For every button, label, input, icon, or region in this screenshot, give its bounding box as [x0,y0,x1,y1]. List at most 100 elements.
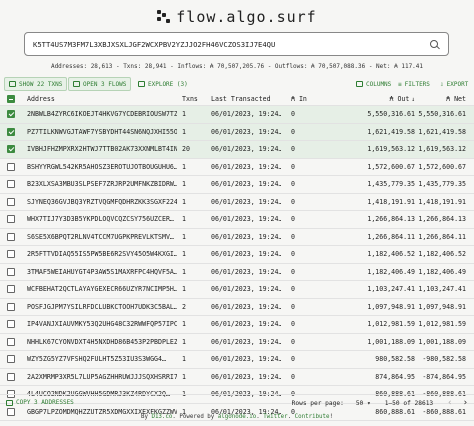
contribute-link[interactable]: Contribute [295,414,330,420]
rows-per-page-value: 50 [355,399,364,407]
show-txns-button[interactable]: SHOW 22 TXNS [4,77,68,91]
select-all-checkbox[interactable] [7,95,15,103]
row-checkbox[interactable] [7,232,15,241]
address-cell[interactable]: 2A2XMRMP3XR5L7LUP5AGZHHRUWJJJSQXHSRRI7… [27,369,177,386]
table-row[interactable]: 2R5FTTVDIAQ55IS5PW5BE6R2SVY45O5W4KXGI… 1 0… [0,246,474,264]
row-checkbox[interactable] [7,110,15,119]
table-row[interactable]: WCFBEHAT2QCTLAYAYGEXECR66UZYR7NCIMP5H… 1 0… [0,281,474,299]
twitter-link[interactable]: Twitter [263,414,287,420]
address-cell[interactable]: WZY5ZG5YZ7VFSHQ2FULHT5Z53IU3S3WGG4… [27,351,177,368]
columns-button[interactable]: COLUMNS [352,77,395,91]
net-cell: -1,001,188.09 [418,337,466,346]
header-txns[interactable]: Txns [182,93,204,105]
address-cell[interactable]: WHX7TIJ7Y3D3B5YKPDLOQVCQZCSY756UZCER… [27,211,177,228]
out-cell: 1,266,864.11 [367,232,415,241]
table-row[interactable]: B23XLXSA3MBU3SLPSEF7ZRJRP2UMFNKZBIDRW… 1 0… [0,176,474,194]
table-row[interactable]: 3TMAF5WEIAHUYGT4P3AW5S1MAXRFPC4HQVF5A… 1 0… [0,264,474,281]
copy-addresses-button[interactable]: COPY 3 ADDRESSES [6,399,74,406]
row-checkbox[interactable] [7,285,15,294]
net-cell: -1,418,191.91 [418,197,466,206]
address-cell[interactable]: S6SE5X6BPQT2RLNV4TCCM7UGPKPREVLKTSMV… [27,229,177,246]
row-checkbox[interactable] [7,162,15,171]
in-cell: 0 [291,180,295,189]
txns-cell: 1 [182,355,186,364]
filter-icon: ≡ [398,80,402,88]
stats-summary: Addresses: 28,613 - Txns: 28,941 - Inflo… [50,63,424,70]
net-cell: -5,550,316.61 [418,110,466,119]
table-row[interactable]: BSHYYRGWL542KR5AHOSZ3EROTUJOTBOUGUHU6… 1 0… [0,159,474,176]
address-cell[interactable]: IP4VANJXIAUVMKY53Q2UHG48C32RWWFQP57IPC… [27,316,177,333]
address-cell[interactable]: PZ7TILKNWVGJTAWF7YSBYDHT44SN6NQJXHI55O… [27,124,177,141]
in-cell: 0 [291,162,295,171]
txns-cell: 1 [182,215,186,224]
last-transacted-cell: 06/01/2023, 19:24… [211,232,281,241]
address-cell[interactable]: 3TMAF5WEIAHUYGT4P3AW5S1MAXRFPC4HQVF5A… [27,264,177,281]
search-input[interactable]: K5TT4US7M3FM7L3XBJXSXLJGF2WCXPBV2YZJJO2F… [33,40,429,49]
filters-label: FILTERS [404,80,430,88]
row-checkbox[interactable] [7,145,15,154]
app-title: flow.algo.surf [176,8,317,26]
row-checkbox[interactable] [7,250,15,259]
author-link[interactable]: D13.co [151,414,172,420]
row-checkbox[interactable] [7,127,15,136]
in-cell: 0 [291,127,295,136]
address-cell[interactable]: WCFBEHAT2QCTLAYAYGEXECR66UZYR7NCIMP5H… [27,281,177,298]
table-row[interactable]: NHHLK67CYONVDXT4H5NXDHD86B453P2PBDPLEZ… 1… [0,334,474,351]
table-row[interactable]: PZ7TILKNWVGJTAWF7YSBYDHT44SN6NQJXHI55O… 1… [0,123,474,141]
in-cell: 0 [291,337,295,346]
explore-button[interactable]: EXPLORE (3) [134,77,192,91]
row-checkbox[interactable] [7,267,15,276]
row-checkbox[interactable] [7,197,15,206]
row-checkbox[interactable] [7,355,15,364]
row-checkbox[interactable] [7,302,15,311]
row-checkbox[interactable] [7,337,15,346]
search-icon[interactable] [429,39,440,50]
txns-cell: 1 [182,372,186,381]
address-cell[interactable]: 2R5FTTVDIAQ55IS5PW5BE6R2SVY45O5W4KXGI… [27,246,177,263]
table-row[interactable]: POSFJGJPM7YSILRFDCLUBKCTOOH7UDK3C5BAL… 2 0… [0,299,474,316]
table-row[interactable]: 2A2XMRMP3XR5L7LUP5AGZHHRUWJJJSQXHSRRI7… 1… [0,369,474,386]
filters-button[interactable]: ≡ FILTERS [394,77,434,91]
table-row[interactable]: WZY5ZG5YZ7VFSHQ2FULHT5Z53IU3S3WGG4… 1 06/0… [0,351,474,369]
address-cell[interactable]: NHHLK67CYONVDXT4H5NXDHD86B453P2PBDPLEZ… [27,334,177,351]
txns-cell: 1 [182,127,186,136]
address-cell[interactable]: IVBHJFHZMPXRX2HTWJ7TTB02AK73XXNMLBT4IN… [27,141,177,158]
header-in[interactable]: ₳ In [291,93,346,105]
copy-icon [6,399,13,406]
address-cell[interactable]: 2NBWLB4ZYRC6IKOEJT4HKVG7YCDEBRIOUSW7TZ… [27,106,177,123]
txns-cell: 1 [182,267,186,276]
search-bar[interactable]: K5TT4US7M3FM7L3XBJXSXLJGF2WCXPBV2YZJJO2F… [24,32,449,56]
header-address[interactable]: Address [27,93,177,105]
last-transacted-cell: 06/01/2023, 19:24… [211,162,281,171]
row-checkbox[interactable] [7,215,15,224]
address-cell[interactable]: SJYNEQ36GVJBQ3YRZTVQGMFQDHRZKK3SGXF224… [27,194,177,211]
table-row[interactable]: WHX7TIJ7Y3D3B5YKPDLOQVCQZCSY756UZCER… 1 06… [0,211,474,229]
algonode-link[interactable]: algonode.io [218,414,256,420]
table-row[interactable]: SJYNEQ36GVJBQ3YRZTVQGMFQDHRZKK3SGXF224… 1… [0,194,474,211]
address-cell[interactable]: BSHYYRGWL542KR5AHOSZ3EROTUJOTBOUGUHU6… [27,159,177,176]
last-transacted-cell: 06/01/2023, 19:24… [211,197,281,206]
header-last-transacted[interactable]: Last Transacted [211,93,281,105]
rows-per-page-select[interactable]: 50 ▾ [350,400,371,407]
row-checkbox[interactable] [7,320,15,329]
export-button[interactable]: ⇩ EXPORT [436,77,472,91]
table-row[interactable]: IVBHJFHZMPXRX2HTWJ7TTB02AK73XXNMLBT4IN… 2… [0,141,474,159]
out-cell: 1,097,948.91 [367,302,415,311]
header-net[interactable]: ₳ Net [418,93,466,105]
table-row[interactable]: 2NBWLB4ZYRC6IKOEJT4HKVG7YCDEBRIOUSW7TZ… 1… [0,106,474,124]
table-row[interactable]: S6SE5X6BPQT2RLNV4TCCM7UGPKPREVLKTSMV… 1 06… [0,229,474,246]
open-flows-button[interactable]: OPEN 3 FLOWS [68,77,132,91]
net-cell: -1,619,563.12 [418,145,466,154]
in-cell: 0 [291,302,295,311]
row-checkbox[interactable] [7,372,15,381]
table-row[interactable]: IP4VANJXIAUVMKY53Q2UHG48C32RWWFQP57IPC… 1… [0,316,474,334]
address-cell[interactable]: POSFJGJPM7YSILRFDCLUBKCTOOH7UDK3C5BAL… [27,299,177,316]
net-cell: -1,266,864.11 [418,232,466,241]
next-page-button[interactable]: › [463,398,468,408]
export-icon: ⇩ [440,80,444,88]
prev-page-button[interactable]: ‹ [447,398,452,408]
row-checkbox[interactable] [7,180,15,189]
header-out[interactable]: ₳ Out ↓ [355,93,415,105]
last-transacted-cell: 06/01/2023, 19:24… [211,285,281,294]
address-cell[interactable]: B23XLXSA3MBU3SLPSEF7ZRJRP2UMFNKZBIDRW… [27,176,177,193]
